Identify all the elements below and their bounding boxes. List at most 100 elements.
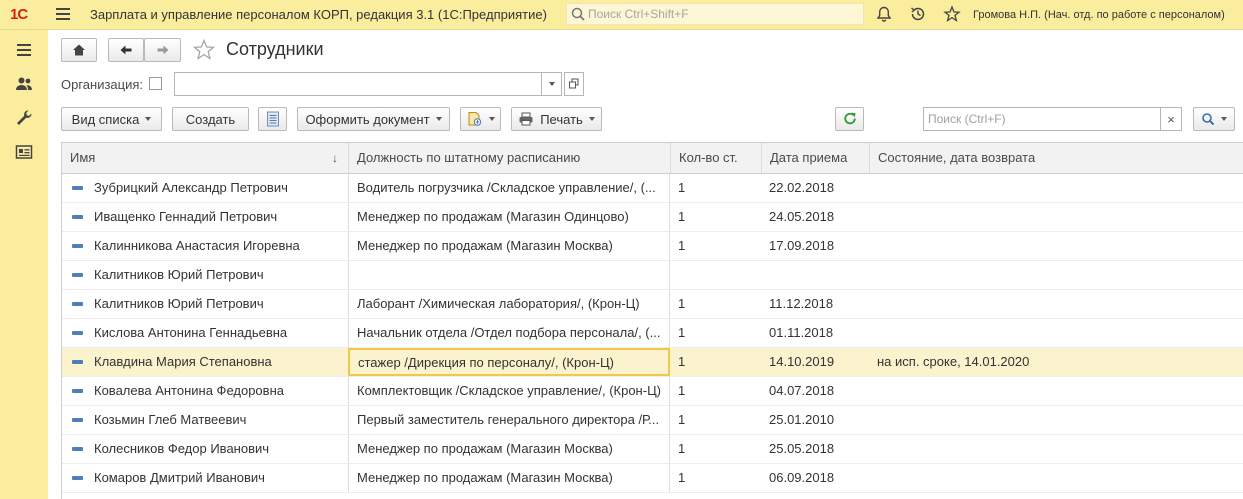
cell-hire-date[interactable]: 17.09.2018: [761, 232, 869, 260]
global-search-input[interactable]: Поиск Ctrl+Shift+F: [566, 3, 864, 25]
cell-state[interactable]: [869, 319, 1243, 347]
cell-position[interactable]: Менеджер по продажам (Магазин Одинцово): [348, 203, 670, 231]
column-header-state[interactable]: Состояние, дата возврата: [870, 143, 1243, 173]
cell-name[interactable]: Кислова Антонина Геннадьевна: [62, 319, 348, 347]
organization-dropdown-button[interactable]: [542, 72, 562, 96]
organization-open-button[interactable]: [564, 72, 584, 96]
print-button[interactable]: Печать: [511, 107, 602, 131]
menu-icon[interactable]: [14, 40, 34, 60]
cell-name[interactable]: Калитников Юрий Петрович: [62, 290, 348, 318]
add-to-favorites-star-icon[interactable]: [192, 38, 216, 62]
users-icon[interactable]: [14, 74, 34, 94]
cell-position[interactable]: Менеджер по продажам (Магазин Москва): [348, 435, 670, 463]
table-row[interactable]: Колесников Федор Иванович Менеджер по про…: [62, 435, 1243, 464]
cell-hire-date[interactable]: 06.09.2018: [761, 464, 869, 492]
cell-position[interactable]: Комплектовщик /Складское управление/, (К…: [348, 377, 670, 405]
cell-state[interactable]: на исп. сроке, 14.01.2020: [869, 348, 1243, 376]
cell-hire-date[interactable]: 14.10.2019: [761, 348, 869, 376]
cell-state[interactable]: [869, 290, 1243, 318]
cell-rate[interactable]: 1: [670, 406, 761, 434]
column-header-rate[interactable]: Кол-во ст.: [671, 143, 762, 173]
favorites-star-icon[interactable]: [943, 5, 961, 23]
table-row[interactable]: Калинникова Анастасия Игоревна Менеджер п…: [62, 232, 1243, 261]
history-icon[interactable]: [909, 5, 927, 23]
column-header-hire-date[interactable]: Дата приема: [762, 143, 870, 173]
cell-state[interactable]: [869, 406, 1243, 434]
cell-hire-date[interactable]: 25.05.2018: [761, 435, 869, 463]
cell-state[interactable]: [869, 232, 1243, 260]
cell-name[interactable]: Комаров Дмитрий Иванович: [62, 464, 348, 492]
cell-rate[interactable]: 1: [670, 319, 761, 347]
column-header-name[interactable]: Имя ↓: [62, 143, 349, 173]
cell-rate[interactable]: 1: [670, 203, 761, 231]
cell-hire-date[interactable]: 22.02.2018: [761, 174, 869, 202]
cell-rate[interactable]: 1: [670, 174, 761, 202]
cell-hire-date[interactable]: [761, 261, 869, 289]
cell-state[interactable]: [869, 464, 1243, 492]
make-document-button[interactable]: Оформить документ: [297, 107, 450, 131]
cell-rate[interactable]: 1: [670, 232, 761, 260]
cell-name[interactable]: Колесников Федор Иванович: [62, 435, 348, 463]
home-button[interactable]: [61, 38, 97, 62]
cell-name[interactable]: Калитников Юрий Петрович: [62, 261, 348, 289]
create-button[interactable]: Создать: [172, 107, 249, 131]
cell-state[interactable]: [869, 435, 1243, 463]
cell-state[interactable]: [869, 174, 1243, 202]
organization-field[interactable]: [174, 72, 542, 96]
cell-position[interactable]: Начальник отдела /Отдел подбора персонал…: [348, 319, 670, 347]
table-row[interactable]: Комаров Дмитрий Иванович Менеджер по прод…: [62, 464, 1243, 493]
view-list-button[interactable]: Вид списка: [61, 107, 162, 131]
cell-state[interactable]: [869, 261, 1243, 289]
cell-rate[interactable]: 1: [670, 377, 761, 405]
cell-position[interactable]: Лаборант /Химическая лаборатория/, (Крон…: [348, 290, 670, 318]
create-based-on-button[interactable]: [460, 107, 501, 131]
table-row[interactable]: Калитников Юрий Петрович Лаборант /Химиче…: [62, 290, 1243, 319]
cell-name[interactable]: Клавдина Мария Степановна: [62, 348, 348, 376]
cell-position[interactable]: [348, 261, 670, 289]
table-row[interactable]: Ковалева Антонина Федоровна Комплектовщик…: [62, 377, 1243, 406]
cell-position[interactable]: Менеджер по продажам (Магазин Москва): [348, 232, 670, 260]
table-row[interactable]: Иващенко Геннадий Петрович Менеджер по пр…: [62, 203, 1243, 232]
cell-state[interactable]: [869, 377, 1243, 405]
id-card-icon[interactable]: [14, 142, 34, 162]
organization-filter-checkbox[interactable]: [149, 77, 162, 90]
cell-hire-date[interactable]: 25.01.2010: [761, 406, 869, 434]
list-search-input[interactable]: Поиск (Ctrl+F): [923, 107, 1161, 131]
main-menu-icon[interactable]: [56, 8, 70, 20]
report-button[interactable]: [258, 107, 287, 131]
cell-rate[interactable]: [670, 261, 761, 289]
cell-name[interactable]: Козьмин Глеб Матвеевич: [62, 406, 348, 434]
cell-name[interactable]: Калинникова Анастасия Игоревна: [62, 232, 348, 260]
wrench-icon[interactable]: [14, 108, 34, 128]
table-row[interactable]: Клавдина Мария Степановна стажер /Дирекци…: [62, 348, 1243, 377]
cell-rate[interactable]: 1: [670, 435, 761, 463]
cell-hire-date[interactable]: 04.07.2018: [761, 377, 869, 405]
cell-rate[interactable]: 1: [670, 290, 761, 318]
bell-icon[interactable]: [875, 5, 893, 23]
cell-name[interactable]: Ковалева Антонина Федоровна: [62, 377, 348, 405]
cell-hire-date[interactable]: 01.11.2018: [761, 319, 869, 347]
table-row[interactable]: Кислова Антонина Геннадьевна Начальник от…: [62, 319, 1243, 348]
cell-rate[interactable]: 1: [670, 464, 761, 492]
cell-name[interactable]: Иващенко Геннадий Петрович: [62, 203, 348, 231]
cell-rate[interactable]: 1: [670, 348, 761, 376]
column-header-position[interactable]: Должность по штатному расписанию: [349, 143, 671, 173]
user-name[interactable]: Громова Н.П. (Нач. отд. по работе с перс…: [973, 9, 1225, 21]
cell-name[interactable]: Зубрицкий Александр Петрович: [62, 174, 348, 202]
forward-button[interactable]: [144, 38, 181, 62]
cell-state[interactable]: [869, 203, 1243, 231]
back-button[interactable]: [108, 38, 144, 62]
table-row[interactable]: Калитников Юрий Петрович: [62, 261, 1243, 290]
table-row[interactable]: Зубрицкий Александр Петрович Водитель пог…: [62, 174, 1243, 203]
cell-position[interactable]: стажер /Дирекция по персоналу/, (Крон-Ц): [348, 348, 670, 376]
cell-position[interactable]: Менеджер по продажам (Магазин Москва): [348, 464, 670, 492]
cell-hire-date[interactable]: 11.12.2018: [761, 290, 869, 318]
table-row[interactable]: Козьмин Глеб Матвеевич Первый заместитель…: [62, 406, 1243, 435]
app-logo[interactable]: 1С: [10, 6, 28, 23]
refresh-button[interactable]: [835, 107, 864, 131]
cell-position[interactable]: Первый заместитель генерального директор…: [348, 406, 670, 434]
search-button[interactable]: [1193, 107, 1235, 131]
cell-position[interactable]: Водитель погрузчика /Складское управлени…: [348, 174, 670, 202]
clear-search-button[interactable]: ×: [1161, 107, 1182, 131]
cell-hire-date[interactable]: 24.05.2018: [761, 203, 869, 231]
